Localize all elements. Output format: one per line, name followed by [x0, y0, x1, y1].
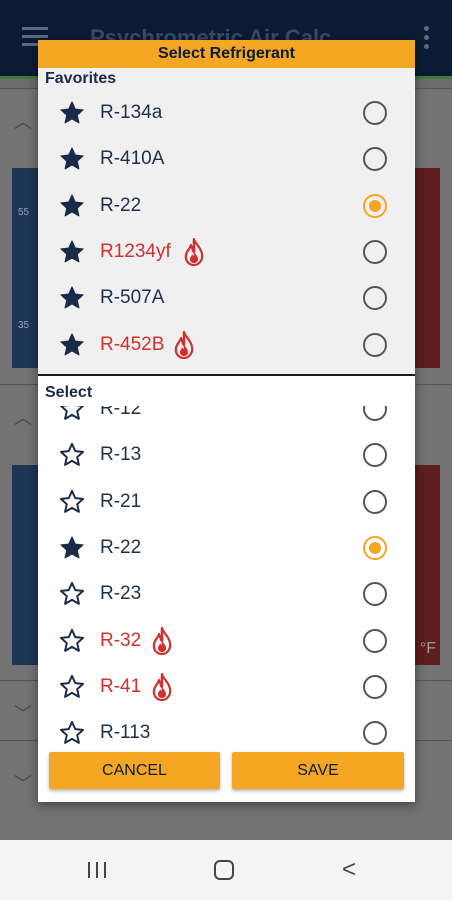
star-filled-icon[interactable]: [59, 146, 85, 172]
star-filled-icon[interactable]: [59, 193, 85, 219]
radio-unselected[interactable]: [363, 240, 387, 265]
home-icon[interactable]: [214, 860, 234, 880]
background-unit-label: °F: [419, 640, 436, 657]
favorites-label: Favorites: [45, 70, 117, 87]
background-chevron-down-icon: ﹀: [14, 704, 32, 724]
star-filled-icon[interactable]: [59, 239, 85, 265]
refrigerant-name: R1234yf: [100, 241, 171, 263]
refrigerant-name: R-507A: [100, 287, 165, 309]
refrigerant-row[interactable]: R-32: [38, 617, 415, 663]
refrigerant-name: R-22: [100, 537, 142, 559]
refrigerant-row[interactable]: R-22: [38, 525, 415, 571]
background-scale-low: 35: [18, 320, 30, 331]
background-chevron-down-icon-2: ﹀: [14, 774, 32, 794]
select-list: R-12 R-13 R-21 R-22 R-23 R-32 R-41 R-113: [38, 406, 415, 747]
refrigerant-row[interactable]: R-507A: [38, 275, 415, 321]
radio-unselected[interactable]: [363, 674, 387, 699]
radio-selected[interactable]: [363, 193, 387, 218]
refrigerant-row[interactable]: R1234yf: [38, 229, 415, 275]
refrigerant-name: R-13: [100, 444, 142, 466]
background-scale-high: 55: [18, 207, 30, 218]
star-filled-icon[interactable]: [59, 285, 85, 311]
refrigerant-name: R-12: [100, 406, 142, 420]
refrigerant-name: R-21: [100, 490, 142, 512]
system-nav-bar: <: [0, 840, 452, 900]
radio-unselected[interactable]: [363, 489, 387, 514]
select-refrigerant-dialog: Select Refrigerant Favorites R-134a R-410…: [38, 40, 415, 802]
refrigerant-name: R-113: [100, 722, 151, 744]
refrigerant-name: R-23: [100, 583, 142, 605]
more-vert-icon[interactable]: [424, 26, 430, 53]
radio-unselected[interactable]: [363, 147, 387, 172]
refrigerant-row[interactable]: R-21: [38, 479, 415, 525]
favorites-list: R-134a R-410A R-22 R1234yf R-507A R-452B: [38, 90, 415, 368]
star-filled-icon[interactable]: [59, 332, 85, 358]
flame-icon: [172, 330, 196, 359]
back-icon[interactable]: <: [342, 858, 356, 882]
flame-icon: [150, 672, 174, 701]
radio-unselected[interactable]: [363, 443, 387, 468]
refrigerant-row[interactable]: R-113: [38, 710, 415, 747]
background-chevron-up-icon-2: ︿: [14, 408, 32, 428]
favorites-section: Favorites R-134a R-410A R-22 R1234yf R-507A R…: [38, 68, 415, 376]
radio-selected[interactable]: [363, 536, 387, 561]
save-button[interactable]: SAVE: [232, 752, 404, 789]
star-filled-icon[interactable]: [59, 100, 85, 126]
refrigerant-row[interactable]: R-134a: [38, 90, 415, 136]
refrigerant-row[interactable]: R-12: [38, 406, 415, 432]
radio-unselected[interactable]: [363, 332, 387, 357]
star-outline-icon[interactable]: [59, 581, 85, 607]
refrigerant-row[interactable]: R-23: [38, 571, 415, 617]
refrigerant-row[interactable]: R-41: [38, 664, 415, 710]
refrigerant-name: R-22: [100, 194, 142, 216]
radio-unselected[interactable]: [363, 721, 387, 746]
star-filled-icon[interactable]: [59, 535, 85, 561]
radio-unselected[interactable]: [363, 406, 387, 422]
background-chevron-up-icon: ︿: [14, 112, 32, 132]
select-section: Select R-12 R-13 R-21 R-22 R-23 R-32 R-41 R-113: [38, 376, 415, 747]
refrigerant-row[interactable]: R-13: [38, 432, 415, 478]
refrigerant-name: R-41: [100, 675, 142, 697]
star-outline-icon[interactable]: [59, 442, 85, 468]
refrigerant-row[interactable]: R-22: [38, 183, 415, 229]
star-outline-icon[interactable]: [59, 720, 85, 746]
star-outline-icon[interactable]: [59, 628, 85, 654]
refrigerant-name: R-410A: [100, 148, 165, 170]
flame-icon: [182, 238, 206, 267]
radio-unselected[interactable]: [363, 286, 387, 311]
dialog-button-bar: CANCEL SAVE: [38, 746, 415, 802]
flame-icon: [150, 626, 174, 655]
refrigerant-name: R-452B: [100, 333, 165, 355]
refrigerant-name: R-134a: [100, 102, 163, 124]
radio-unselected[interactable]: [363, 628, 387, 653]
dialog-title: Select Refrigerant: [38, 40, 415, 68]
select-label: Select: [45, 384, 93, 401]
refrigerant-row[interactable]: R-410A: [38, 136, 415, 182]
refrigerant-row[interactable]: R-452B: [38, 321, 415, 367]
cancel-button[interactable]: CANCEL: [49, 752, 220, 789]
star-outline-icon[interactable]: [59, 674, 85, 700]
refrigerant-name: R-32: [100, 629, 142, 651]
star-outline-icon[interactable]: [59, 406, 85, 422]
recents-icon[interactable]: [88, 862, 108, 878]
radio-unselected[interactable]: [363, 101, 387, 126]
radio-unselected[interactable]: [363, 582, 387, 607]
select-list-scroll[interactable]: R-12 R-13 R-21 R-22 R-23 R-32 R-41 R-113: [38, 406, 415, 747]
star-outline-icon[interactable]: [59, 489, 85, 515]
